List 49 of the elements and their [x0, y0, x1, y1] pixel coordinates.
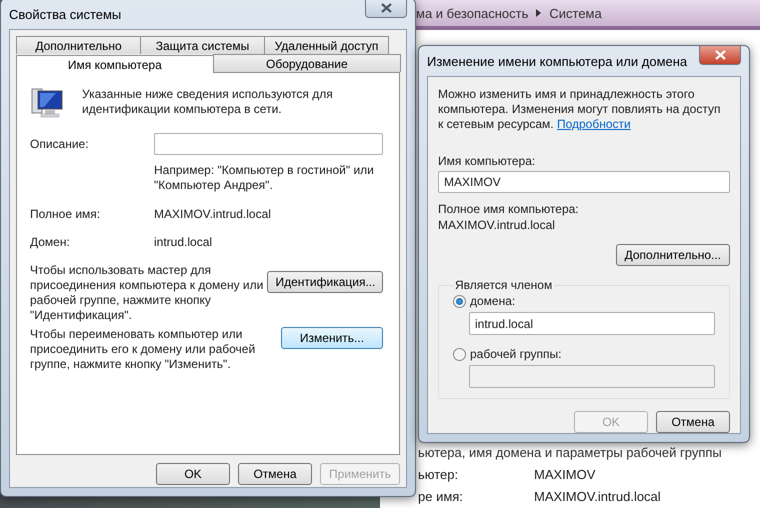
description-field[interactable]: [154, 133, 383, 155]
close-button[interactable]: [699, 46, 741, 65]
computer-name-label: Имя компьютера:: [438, 154, 536, 168]
breadcrumb-item[interactable]: ма и безопасность: [416, 6, 528, 20]
tab[interactable]: Удаленный доступ: [264, 36, 389, 54]
close-icon: [380, 3, 392, 13]
more-button[interactable]: Дополнительно...: [616, 244, 730, 266]
property-value: MAXIMOV: [534, 467, 596, 482]
full-name-label: Полное имя компьютера:: [438, 202, 580, 216]
radio-label: рабочей группы:: [470, 347, 562, 361]
close-icon: [714, 50, 726, 60]
member-field[interactable]: intrud.local: [469, 312, 715, 335]
computer-icon: [30, 87, 64, 119]
window-title: Изменение имени компьютера или домена: [427, 54, 688, 68]
property-label: ре имя:: [418, 489, 464, 504]
property-value: intrud.local: [154, 235, 214, 249]
breadcrumb-arrow-icon: [536, 9, 542, 17]
close-button[interactable]: [365, 0, 407, 18]
property-value: MAXIMOV.intrud.local: [154, 207, 272, 221]
details-link[interactable]: Подробности: [556, 117, 631, 131]
property-label: ьютер:: [418, 467, 460, 482]
radio-label: домена:: [470, 294, 516, 308]
tab[interactable]: Имя компьютера: [16, 55, 214, 73]
property-label: Домен:: [30, 235, 71, 249]
dialog-button[interactable]: Отмена: [238, 463, 312, 485]
instruction-text: Чтобы переименовать компьютер или присоединить его к домену или рабочей группе, нажмите кнопку "Изменить".: [30, 327, 256, 372]
radio-button[interactable]: [453, 348, 466, 360]
section-title: ьютера, имя домена и параметры рабочей группы: [418, 445, 723, 460]
action-button[interactable]: Изменить...: [281, 327, 383, 349]
full-name-value: MAXIMOV.intrud.local: [438, 218, 556, 232]
property-label: Полное имя:: [30, 207, 102, 221]
group-legend: Является членом: [453, 278, 554, 292]
tab[interactable]: Оборудование: [212, 54, 401, 72]
radio-button[interactable]: [453, 294, 466, 308]
intro-text: Можно изменить имя и принадлежность этого компьютера. Изменения могут повлиять на доступ к сетевым ресурсам. Подробности: [438, 87, 722, 132]
intro-text: Указанные ниже сведения используются для идентификации компьютера в сети.: [82, 87, 334, 117]
breadcrumb-item[interactable]: Система: [549, 6, 602, 20]
tab[interactable]: Дополнительно: [16, 36, 141, 54]
instruction-text: Чтобы использовать мастер для присоединения компьютера к домену или рабочей группе, нажмите кнопку "Идентификация".: [30, 263, 264, 323]
dialog-button[interactable]: Отмена: [656, 411, 730, 433]
property-value: MAXIMOV.intrud.local: [534, 489, 662, 504]
action-button[interactable]: Идентификация...: [266, 271, 383, 293]
description-label: Описание:: [30, 137, 90, 151]
dialog-button[interactable]: OK: [156, 463, 230, 485]
window-title: Свойства системы: [9, 6, 122, 22]
member-field[interactable]: [469, 365, 715, 388]
description-hint: Например: "Компьютер в гостиной" или "Компьютер Андрея".: [154, 163, 374, 193]
tab[interactable]: Защита системы: [140, 36, 265, 54]
computer-name-field[interactable]: MAXIMOV: [438, 171, 730, 193]
